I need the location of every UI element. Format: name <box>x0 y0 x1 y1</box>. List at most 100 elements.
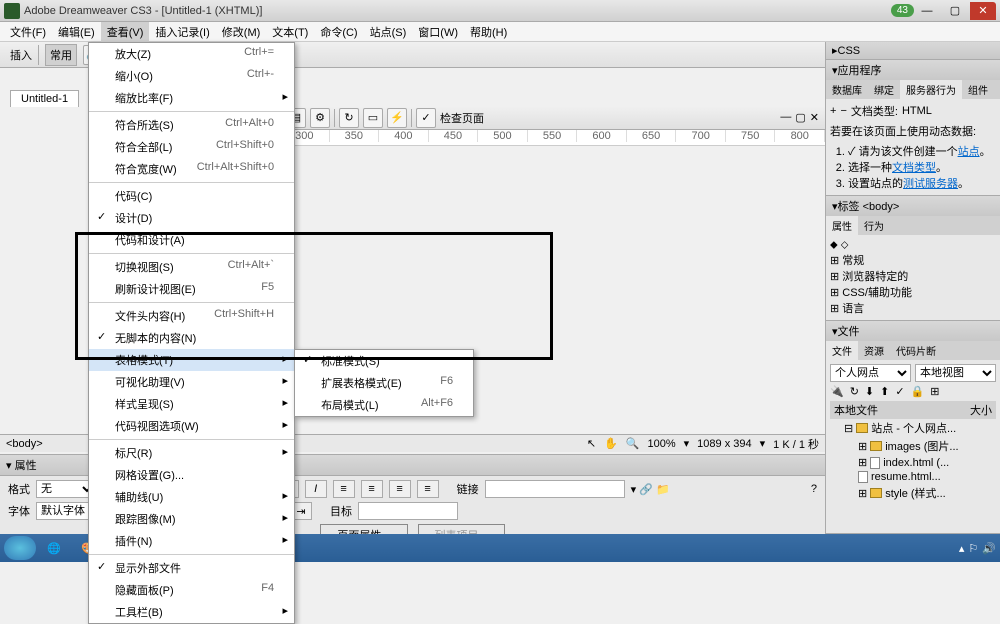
menu-show-external[interactable]: 显示外部文件 <box>89 557 294 579</box>
group-css[interactable]: ⊞ CSS/辅助功能 <box>830 284 996 300</box>
menu-guides[interactable]: 辅助线(U) <box>89 486 294 508</box>
menu-tracing[interactable]: 跟踪图像(M) <box>89 508 294 530</box>
menu-layout-mode[interactable]: 布局模式(L)Alt+F6 <box>295 394 473 416</box>
menu-site[interactable]: 站点(S) <box>364 22 413 42</box>
format-select[interactable]: 无 <box>36 480 96 498</box>
tab-files[interactable]: 文件 <box>826 341 858 360</box>
maximize-button[interactable]: ▢ <box>942 2 968 20</box>
tags-panel-header[interactable]: 标签 <body> <box>826 196 1000 216</box>
tab-behavior[interactable]: 行为 <box>858 216 890 235</box>
tree-resume[interactable]: resume.html... <box>830 470 996 484</box>
get-icon[interactable]: ⬇ <box>865 385 874 398</box>
menu-visual-aids[interactable]: 可视化助理(V) <box>89 371 294 393</box>
target-input[interactable] <box>358 502 458 520</box>
tree-index[interactable]: ⊞ index.html (... <box>830 455 996 470</box>
menu-refresh[interactable]: 刷新设计视图(E)F5 <box>89 278 294 300</box>
group-browser[interactable]: ⊞ 浏览器特定的 <box>830 268 996 284</box>
testserver-link[interactable]: 测试服务器 <box>903 178 958 190</box>
align-justify-button[interactable]: ≡ <box>417 480 439 498</box>
menu-zoom-in[interactable]: 放大(Z)Ctrl+= <box>89 43 294 65</box>
close-button[interactable]: ✕ <box>970 2 996 20</box>
group-lang[interactable]: ⊞ 语言 <box>830 300 996 316</box>
tab-binding[interactable]: 绑定 <box>868 80 900 99</box>
check-page-label[interactable]: 检查页面 <box>440 110 484 126</box>
menu-window[interactable]: 窗口(W) <box>412 22 464 42</box>
tab-database[interactable]: 数据库 <box>826 80 868 99</box>
app-panel-header[interactable]: 应用程序 <box>826 60 1000 80</box>
menu-fit-all[interactable]: 符合全部(L)Ctrl+Shift+0 <box>89 136 294 158</box>
doc-max[interactable]: ▢ <box>795 111 805 124</box>
menu-code[interactable]: 代码(C) <box>89 185 294 207</box>
tab-components[interactable]: 组件 <box>962 80 994 99</box>
help-icon[interactable]: ? <box>811 483 817 495</box>
menu-code-opts[interactable]: 代码视图选项(W) <box>89 415 294 437</box>
system-tray[interactable]: ▴ ⚐ 🔊 <box>959 542 996 555</box>
menu-edit[interactable]: 编辑(E) <box>52 22 101 42</box>
tree-root[interactable]: ⊟ 站点 - 个人网点... <box>830 419 996 437</box>
tray-volume-icon[interactable]: 🔊 <box>982 542 996 555</box>
connect-icon[interactable]: 🔌 <box>830 385 844 398</box>
menu-ruler[interactable]: 标尺(R) <box>89 442 294 464</box>
menu-code-design[interactable]: 代码和设计(A) <box>89 229 294 251</box>
align-right-button[interactable]: ≡ <box>389 480 411 498</box>
menu-style-render[interactable]: 样式呈现(S) <box>89 393 294 415</box>
tab-attributes[interactable]: 属性 <box>826 216 858 235</box>
check-icon[interactable]: ✓ <box>416 108 436 128</box>
menu-plugins[interactable]: 插件(N) <box>89 530 294 552</box>
align-left-button[interactable]: ≡ <box>333 480 355 498</box>
doc-btn-5[interactable]: ⚡ <box>387 108 407 128</box>
menu-insert[interactable]: 插入记录(I) <box>149 22 215 42</box>
document-tab[interactable]: Untitled-1 <box>10 90 79 107</box>
css-panel-header[interactable]: CSS <box>826 42 1000 59</box>
put-icon[interactable]: ⬆ <box>880 385 889 398</box>
menu-hide-panels[interactable]: 隐藏面板(P)F4 <box>89 579 294 601</box>
start-button[interactable] <box>4 536 36 560</box>
minimize-button[interactable]: — <box>914 2 940 20</box>
menu-magnification[interactable]: 缩放比率(F) <box>89 87 294 109</box>
common-tab[interactable]: 常用 <box>45 44 77 66</box>
zoom-value[interactable]: 100% <box>648 438 676 450</box>
menu-commands[interactable]: 命令(C) <box>314 22 363 42</box>
menu-switch-view[interactable]: 切换视图(S)Ctrl+Alt+` <box>89 256 294 278</box>
tray-icon[interactable]: ▴ <box>959 542 965 555</box>
menu-head-content[interactable]: 文件头内容(H)Ctrl+Shift+H <box>89 305 294 327</box>
tab-server-behavior[interactable]: 服务器行为 <box>900 80 962 99</box>
tree-style[interactable]: ⊞ style (样式... <box>830 484 996 502</box>
menu-toolbars[interactable]: 工具栏(B) <box>89 601 294 623</box>
menu-fit-selection[interactable]: 符合所选(S)Ctrl+Alt+0 <box>89 114 294 136</box>
menu-text[interactable]: 文本(T) <box>266 22 314 42</box>
tag-selector[interactable]: <body> <box>6 438 43 450</box>
group-general[interactable]: ⊞ 常规 <box>830 252 996 268</box>
window-size[interactable]: 1089 x 394 <box>697 438 751 450</box>
view-select[interactable]: 本地视图 <box>915 364 996 382</box>
doc-btn-2[interactable]: ⚙ <box>310 108 330 128</box>
menu-standard-mode[interactable]: 标准模式(S) <box>295 350 473 372</box>
tray-flag-icon[interactable]: ⚐ <box>968 542 978 555</box>
menu-modify[interactable]: 修改(M) <box>216 22 267 42</box>
checkout-icon[interactable]: ✓ <box>895 385 904 398</box>
link-input[interactable] <box>485 480 625 498</box>
expand-icon[interactable]: ⊞ <box>930 385 939 398</box>
menu-fit-width[interactable]: 符合宽度(W)Ctrl+Alt+Shift+0 <box>89 158 294 180</box>
menu-expand-table[interactable]: 扩展表格模式(E)F6 <box>295 372 473 394</box>
hand-tool-icon[interactable]: ✋ <box>604 437 618 450</box>
remove-icon[interactable]: − <box>840 105 846 117</box>
menu-zoom-out[interactable]: 缩小(O)Ctrl+- <box>89 65 294 87</box>
menu-view[interactable]: 查看(V) <box>101 22 150 42</box>
add-icon[interactable]: + <box>830 105 836 117</box>
tree-images[interactable]: ⊞ images (图片... <box>830 437 996 455</box>
align-center-button[interactable]: ≡ <box>361 480 383 498</box>
menu-noscript[interactable]: 无脚本的内容(N) <box>89 327 294 349</box>
refresh-icon[interactable]: ↻ <box>339 108 359 128</box>
refresh-files-icon[interactable]: ↻ <box>850 385 859 398</box>
menu-table-mode[interactable]: 表格模式(T) 标准模式(S) 扩展表格模式(E)F6 布局模式(L)Alt+F… <box>89 349 294 371</box>
italic-button[interactable]: I <box>305 480 327 498</box>
menu-grid-settings[interactable]: 网格设置(G)... <box>89 464 294 486</box>
site-link[interactable]: 站点 <box>958 146 980 158</box>
checkin-icon[interactable]: 🔒 <box>911 385 925 398</box>
menu-help[interactable]: 帮助(H) <box>464 22 513 42</box>
select-tool-icon[interactable]: ↖ <box>587 437 596 450</box>
doc-min[interactable]: — <box>780 111 791 124</box>
tab-snippets[interactable]: 代码片断 <box>890 341 942 360</box>
task-ie[interactable]: 🌐 <box>38 536 70 560</box>
